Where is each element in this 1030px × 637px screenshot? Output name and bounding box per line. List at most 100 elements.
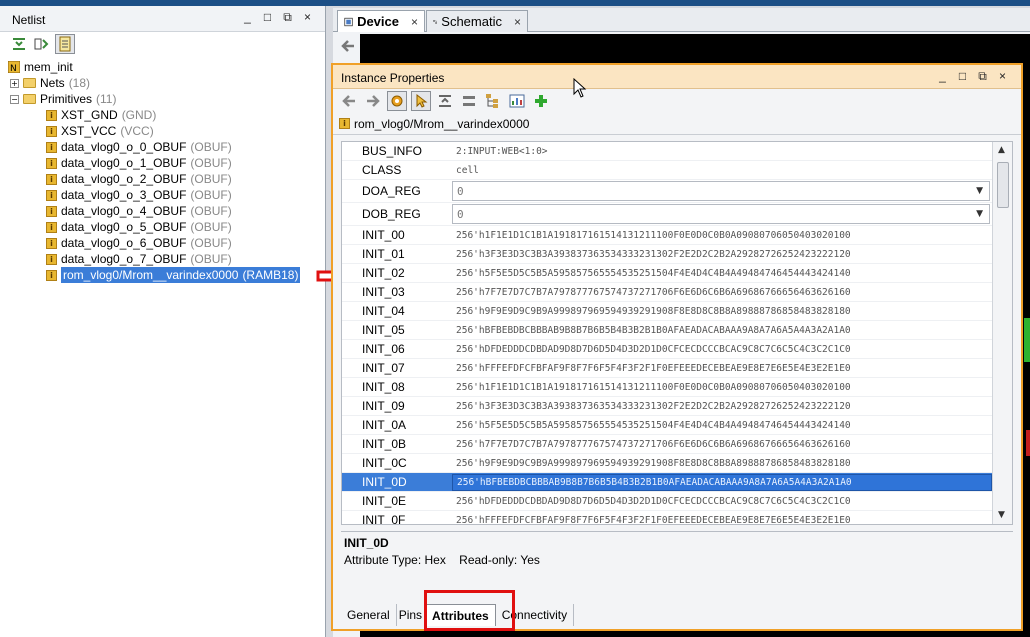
show-details-button[interactable] [55,34,75,54]
property-value-select[interactable]: 0 ▼ [452,204,990,224]
tree-item-text: data_vlog0_o_6_OBUF (OBUF) [61,235,232,251]
tree-item[interactable]: i data_vlog0_o_4_OBUF (OBUF) [46,203,232,219]
forward-button[interactable] [363,91,383,111]
document-tab-bar: Device × Schematic × [333,8,1030,32]
property-row[interactable]: DOB_REG 0 ▼ [342,203,992,226]
tree-item[interactable]: i XST_VCC (VCC) [46,123,154,139]
property-name: INIT_04 [362,304,405,318]
tree-item[interactable]: i data_vlog0_o_0_OBUF (OBUF) [46,139,232,155]
add-button[interactable] [531,91,551,111]
property-row[interactable]: INIT_00 256'h1F1E1D1C1B1A1918171615141312… [342,226,992,245]
expand-all-button[interactable] [32,34,52,54]
tab-device[interactable]: Device × [337,10,425,32]
primitive-icon: i [46,125,57,137]
tree-item[interactable]: i data_vlog0_o_5_OBUF (OBUF) [46,219,232,235]
dropdown-arrow-icon[interactable]: ▼ [976,209,983,219]
tree-item-type: (OBUF) [190,236,232,250]
collapse-icon[interactable]: − [10,94,19,104]
close-button[interactable]: × [302,10,313,24]
maximize-button[interactable]: □ [262,10,273,24]
tree-item-type: (GND) [121,108,157,122]
expand-button[interactable] [459,91,479,111]
back-button[interactable] [339,91,359,111]
tree-item-text: data_vlog0_o_7_OBUF (OBUF) [61,251,232,267]
property-row[interactable]: INIT_08 256'h1F1E1D1C1B1A1918171615141312… [342,378,992,397]
close-tab-schematic-icon[interactable]: × [514,15,521,29]
property-row[interactable]: INIT_0A 256'h5F5E5D5C5B5A5958575655545352… [342,416,992,435]
property-value: 256'hDFDEDDDCDBDAD9D8D7D6D5D4D3D2D1D0CFC… [456,343,851,355]
tab-pins[interactable]: Pins [397,604,426,626]
tab-general[interactable]: General [341,604,397,626]
instance-properties-titlebar[interactable]: Instance Properties _ □ ⧉ × [333,65,1021,89]
gear-icon [391,95,403,107]
select-mode-button[interactable] [411,91,431,111]
tab-schematic[interactable]: Schematic × [426,10,528,32]
property-row[interactable]: INIT_0D 256'hBFBEBDBCBBBAB9B8B7B6B5B4B3B2… [342,473,992,492]
restore-button[interactable]: ⧉ [977,69,988,83]
minimize-button[interactable]: _ [937,69,948,83]
device-green-strip [1024,318,1030,362]
property-name: INIT_02 [362,266,405,280]
collapse-button[interactable] [435,91,455,111]
tree-item[interactable]: i XST_GND (GND) [46,107,156,123]
vertical-scrollbar[interactable]: ▲ ▼ [992,142,1012,524]
hierarchy-icon [486,94,498,108]
primitive-icon: i [46,189,57,201]
tree-item-type: (OBUF) [190,156,232,170]
property-row[interactable]: INIT_05 256'hBFBEBDBCBBBAB9B8B7B6B5B4B3B2… [342,321,992,340]
property-row[interactable]: INIT_0E 256'hDFDEDDDCDBDAD9D8D7D6D5D4D3D2… [342,492,992,511]
property-row[interactable]: DOA_REG 0 ▼ [342,180,992,203]
tree-item[interactable]: i data_vlog0_o_3_OBUF (OBUF) [46,187,232,203]
property-row[interactable]: INIT_01 256'h3F3E3D3C3B3A3938373635343332… [342,245,992,264]
expand-icon [463,96,475,106]
tree-item-text: data_vlog0_o_4_OBUF (OBUF) [61,203,232,219]
svg-text:N: N [10,64,17,73]
restore-button[interactable]: ⧉ [282,10,293,24]
device-red-strip [1026,430,1030,456]
document-icon [59,36,71,52]
collapse-all-icon [13,38,25,50]
tree-item[interactable]: i data_vlog0_o_6_OBUF (OBUF) [46,235,232,251]
property-row[interactable]: INIT_07 256'hFFFEFDFCFBFAF9F8F7F6F5F4F3F2… [342,359,992,378]
dropdown-arrow-icon[interactable]: ▼ [976,186,983,196]
maximize-button[interactable]: □ [957,69,968,83]
instance-properties-window: Instance Properties _ □ ⧉ × i rom_vlog0/… [331,63,1023,631]
close-tab-device-icon[interactable]: × [411,15,418,29]
property-row[interactable]: INIT_06 256'hDFDEDDDCDBDAD9D8D7D6D5D4D3D2… [342,340,992,359]
tree-node-nets[interactable]: + Nets (18) [10,75,90,91]
tree-item[interactable]: i data_vlog0_o_7_OBUF (OBUF) [46,251,232,267]
property-row[interactable]: INIT_0C 256'h9F9E9D9C9B9A9998979695949392… [342,454,992,473]
property-row[interactable]: BUS_INFO 2:INPUT:WEB<1:0> [342,142,992,161]
property-description: INIT_0D Attribute Type: Hex Read-only: Y… [341,531,1013,593]
scroll-down-icon[interactable]: ▼ [998,510,1005,520]
tree-item-type: (VCC) [120,124,154,138]
tree-item[interactable]: i data_vlog0_o_2_OBUF (OBUF) [46,171,232,187]
property-row[interactable]: INIT_03 256'h7F7E7D7C7B7A7978777675747372… [342,283,992,302]
hierarchy-button[interactable] [483,91,503,111]
property-row[interactable]: INIT_04 256'h9F9E9D9C9B9A9998979695949392… [342,302,992,321]
tree-item[interactable]: i data_vlog0_o_1_OBUF (OBUF) [46,155,232,171]
scroll-up-icon[interactable]: ▲ [998,145,1005,155]
chart-button[interactable] [507,91,527,111]
tree-node-primitives[interactable]: − Primitives (11) [10,91,116,107]
property-row[interactable]: INIT_02 256'h5F5E5D5C5B5A5958575655545352… [342,264,992,283]
expand-icon[interactable]: + [10,78,19,88]
property-name: INIT_0E [362,494,407,508]
property-value-select[interactable]: 0 ▼ [452,181,990,201]
auto-update-button[interactable] [387,91,407,111]
tree-item[interactable]: i rom_vlog0/Mrom__varindex0000 (RAMB18) [46,267,301,283]
tree-root[interactable]: N mem_init [8,59,73,75]
property-row[interactable]: INIT_0B 256'h7F7E7D7C7B7A7978777675747372… [342,435,992,454]
close-button[interactable]: × [997,69,1008,83]
scroll-thumb[interactable] [997,162,1009,208]
property-row[interactable]: CLASS cell [342,161,992,180]
ip-window-buttons: _ □ ⧉ × [937,69,1008,84]
minimize-button[interactable]: _ [242,10,253,24]
back-arrow-icon[interactable] [340,38,356,54]
property-row[interactable]: INIT_09 256'h3F3E3D3C3B3A3938373635343332… [342,397,992,416]
tree-item-label: data_vlog0_o_2_OBUF [61,172,187,186]
nets-label: Nets [40,76,65,90]
property-row[interactable]: INIT_0F 256'hFFFEFDFCFBFAF9F8F7F6F5F4F3F2… [342,511,992,524]
collapse-all-button[interactable] [9,34,29,54]
tree-item-text: XST_GND (GND) [61,107,156,123]
